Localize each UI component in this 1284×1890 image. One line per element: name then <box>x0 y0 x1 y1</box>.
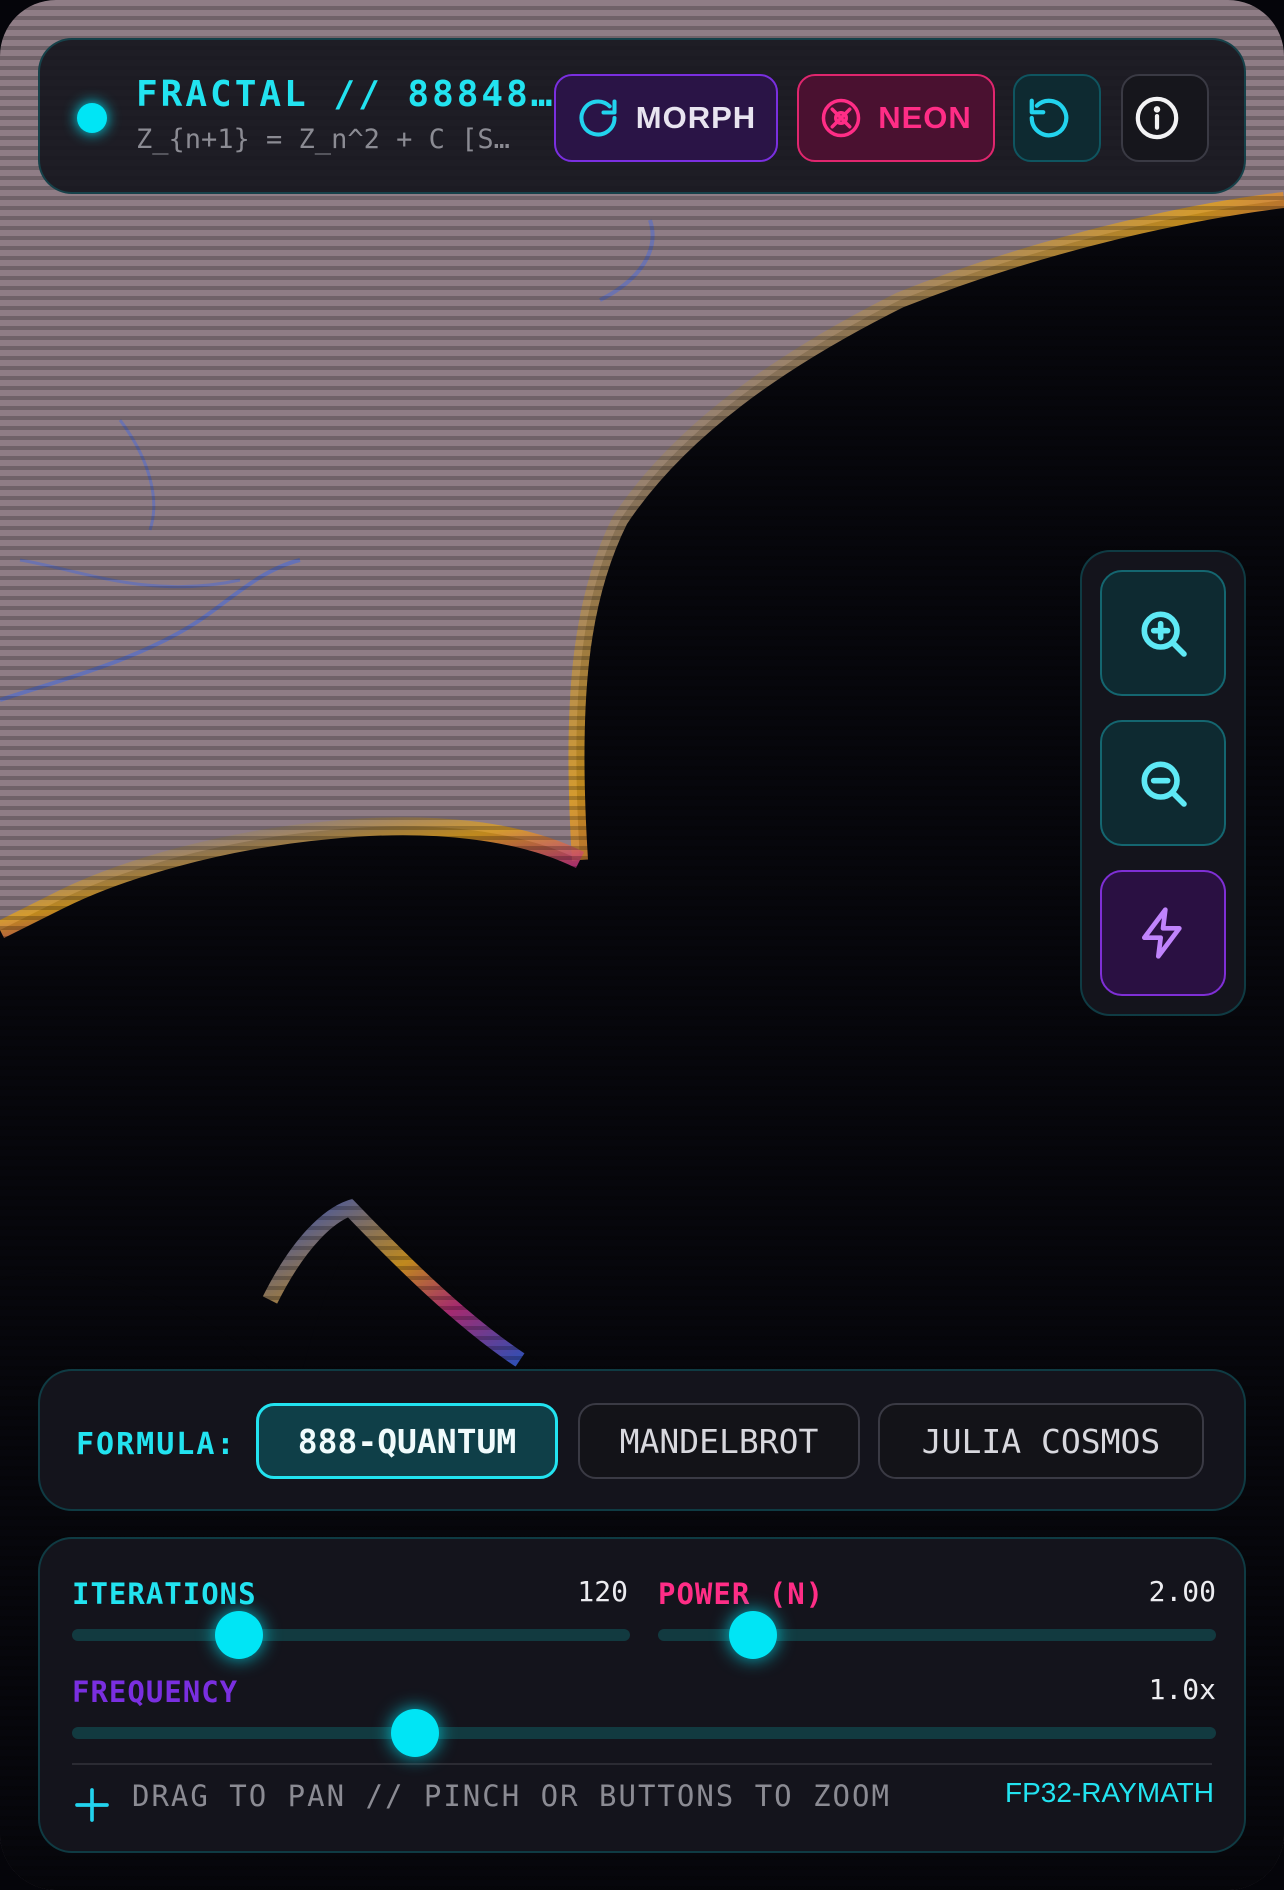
info-button[interactable] <box>1121 74 1209 162</box>
frequency-slider[interactable] <box>72 1709 1216 1757</box>
formula-label: FORMULA: <box>76 1427 237 1462</box>
morph-button[interactable]: MORPH <box>554 74 778 162</box>
formula-option-julia-cosmos[interactable]: JULIA COSMOS <box>878 1403 1204 1479</box>
formula-selector: FORMULA: 888-QUANTUM MANDELBROT JULIA CO… <box>38 1369 1246 1511</box>
lightning-icon <box>1142 907 1182 959</box>
formula-subtitle: Z_{n+1} = Z_n^2 + C [S… <box>136 124 510 155</box>
power-slider[interactable] <box>658 1611 1216 1659</box>
iterations-label: ITERATIONS <box>72 1577 257 1611</box>
aperture-icon <box>821 98 861 138</box>
zoom-in-button[interactable] <box>1100 570 1226 696</box>
morph-label: MORPH <box>635 100 757 135</box>
boost-button[interactable] <box>1100 870 1226 996</box>
zoom-controls <box>1080 550 1246 1016</box>
engine-badge: FP32-RAYMATH <box>1005 1777 1214 1808</box>
power-label: POWER (N) <box>658 1577 825 1611</box>
frequency-value: 1.0x <box>1148 1673 1216 1706</box>
parameter-controls: ITERATIONS 120 POWER (N) 2.00 FREQUENCY … <box>38 1537 1246 1853</box>
power-slider-thumb[interactable] <box>728 1611 777 1659</box>
zoom-in-icon <box>1141 611 1187 657</box>
iterations-slider[interactable] <box>72 1611 630 1659</box>
formula-option-mandelbrot[interactable]: MANDELBROT <box>578 1403 860 1479</box>
power-value: 2.00 <box>1148 1575 1216 1608</box>
reset-icon <box>1029 98 1069 138</box>
info-icon <box>1135 96 1179 140</box>
neon-button[interactable]: NEON <box>797 74 995 162</box>
formula-option-888-quantum[interactable]: 888-QUANTUM <box>256 1403 558 1479</box>
page-title: FRACTAL // 88848… <box>136 74 556 115</box>
reset-view-button[interactable] <box>1013 74 1101 162</box>
neon-label: NEON <box>878 100 972 135</box>
controls-divider <box>72 1763 1212 1765</box>
plus-icon <box>75 1788 109 1822</box>
iterations-slider-thumb[interactable] <box>215 1611 264 1659</box>
frequency-slider-thumb[interactable] <box>391 1709 440 1757</box>
refresh-icon <box>579 99 617 137</box>
live-indicator-dot <box>77 103 107 133</box>
zoom-out-button[interactable] <box>1100 720 1226 846</box>
frequency-label: FREQUENCY <box>72 1675 239 1709</box>
zoom-out-icon <box>1141 761 1187 807</box>
gesture-hint: DRAG TO PAN // PINCH OR BUTTONS TO ZOOM <box>132 1779 891 1813</box>
iterations-value: 120 <box>577 1575 628 1608</box>
header-bar: FRACTAL // 88848… Z_{n+1} = Z_n^2 + C [S… <box>38 38 1246 194</box>
